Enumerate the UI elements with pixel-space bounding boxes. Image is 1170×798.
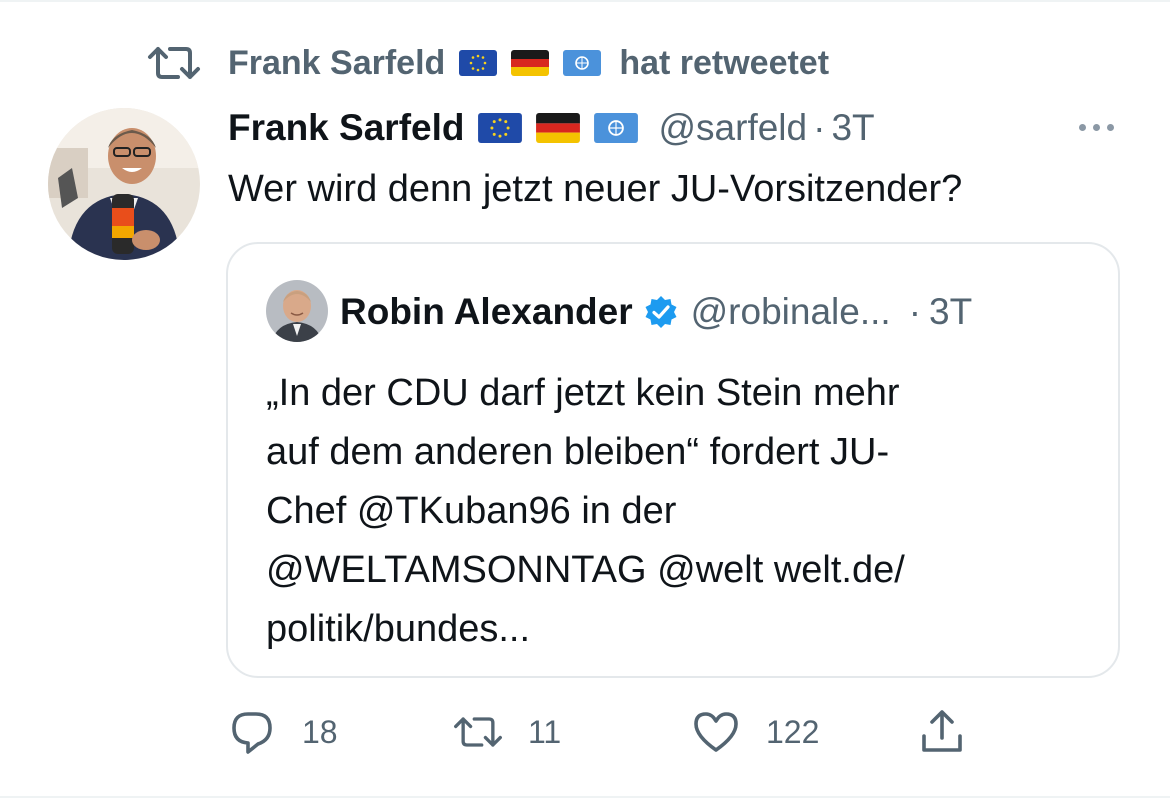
quoted-author-avatar — [266, 280, 328, 342]
reply-icon — [232, 712, 272, 754]
share-icon — [922, 710, 962, 752]
quoted-tweet-text: „In der CDU darf jetzt kein Stein mehr a… — [266, 372, 905, 650]
quoted-header: Robin Alexander @robinale... · 3T — [340, 282, 972, 342]
tweet-timestamp[interactable]: 3T — [831, 107, 874, 149]
top-divider — [0, 0, 1170, 2]
quoted-author-name: Robin Alexander — [340, 291, 633, 332]
reply-count: 18 — [302, 713, 338, 750]
separator-dot: · — [908, 291, 922, 332]
retweet-icon — [454, 717, 502, 747]
like-button[interactable]: 122 — [690, 700, 819, 764]
quoted-timestamp: 3T — [929, 291, 973, 332]
author-name[interactable]: Frank Sarfeld — [228, 107, 464, 149]
more-options-icon[interactable] — [1070, 112, 1122, 142]
quoted-tweet-card[interactable]: Robin Alexander @robinale... · 3T „In de… — [226, 242, 1120, 678]
author-avatar[interactable] — [48, 108, 200, 260]
like-count: 122 — [766, 713, 820, 750]
author-handle[interactable]: @sarfeld — [658, 107, 807, 149]
reply-button[interactable]: 18 — [226, 700, 338, 764]
verified-badge-icon — [645, 296, 677, 328]
retweet-icon — [148, 47, 200, 79]
retweet-count: 11 — [528, 713, 562, 750]
un-flag-icon — [594, 113, 639, 143]
germany-flag-icon — [536, 113, 581, 143]
germany-flag-icon — [511, 50, 550, 76]
eu-flag-icon — [478, 113, 523, 143]
tweet-actions: 18 11 122 — [226, 700, 1026, 764]
share-button[interactable] — [916, 700, 968, 764]
eu-flag-icon — [459, 50, 498, 76]
quoted-author-handle: @robinale... — [690, 291, 891, 332]
heart-icon — [694, 712, 738, 752]
un-flag-icon — [563, 50, 602, 76]
retweet-context[interactable]: Frank Sarfeld hat retweetet — [146, 40, 829, 86]
retweet-suffix: hat retweetet — [619, 43, 830, 82]
tweet-text: Wer wird denn jetzt neuer JU-Vorsitzende… — [228, 168, 963, 210]
retweeter-name[interactable]: Frank Sarfeld — [228, 44, 445, 83]
tweet-header: Frank Sarfeld @sarfeld · 3T — [228, 100, 875, 156]
retweet-button[interactable]: 11 — [452, 700, 561, 764]
separator-dot: · — [813, 107, 826, 148]
